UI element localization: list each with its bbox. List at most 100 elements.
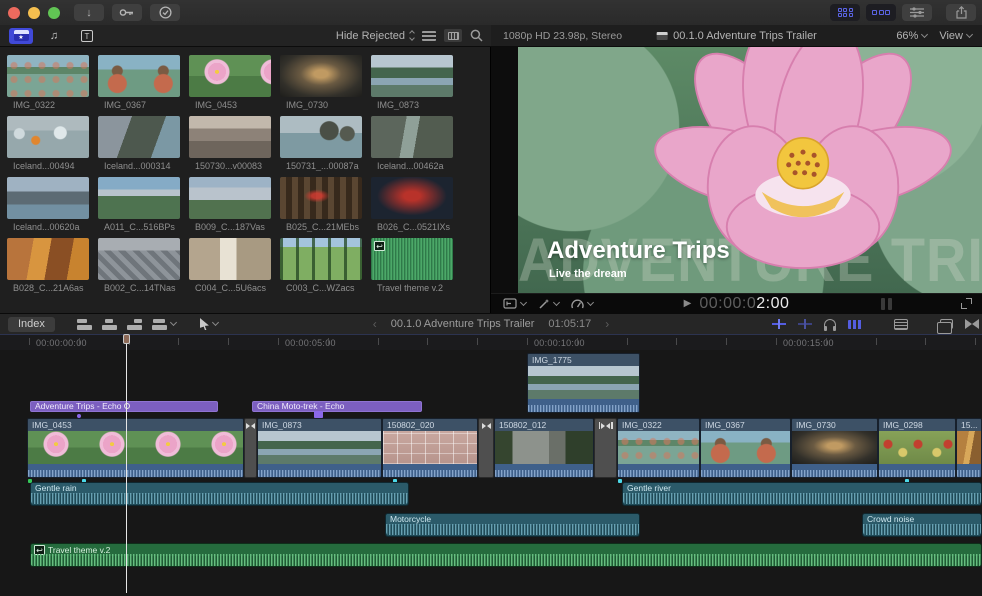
video-clip[interactable]: IMG_0322 <box>617 418 700 478</box>
video-clip[interactable]: IMG_0453 <box>27 418 244 478</box>
browser-clip[interactable]: B026_C...0521IXs <box>371 177 453 232</box>
video-clip[interactable]: IMG_1775 <box>527 353 640 413</box>
waveform-texture <box>386 524 639 535</box>
retime-popup[interactable] <box>571 298 593 309</box>
playhead[interactable] <box>126 334 127 593</box>
skimming-icon[interactable] <box>772 319 786 329</box>
browser-toggle-button[interactable] <box>830 4 860 21</box>
ruler-tick <box>477 338 478 345</box>
ruler-tick <box>826 338 827 345</box>
browser-clip[interactable]: Iceland...00494 <box>7 116 89 171</box>
insert-edit-icon[interactable] <box>102 319 117 330</box>
video-clip[interactable]: 15... <box>956 418 982 478</box>
video-clip[interactable]: IMG_0873 <box>257 418 382 478</box>
timecode-display: 00:00:02:00 <box>699 295 789 313</box>
previous-project-button[interactable]: ‹ <box>373 317 377 331</box>
viewer-title-overlay: Adventure Trips <box>547 237 730 265</box>
list-view-icon[interactable] <box>422 31 436 41</box>
titles-generators-button[interactable]: T <box>75 28 99 44</box>
overwrite-edit-popup[interactable] <box>152 319 176 330</box>
clip-appearance-icon <box>448 32 459 40</box>
browser-clip[interactable]: Iceland...00620a <box>7 177 89 232</box>
clip-name-label: IMG_0322 <box>13 100 89 110</box>
browser-clip[interactable]: IMG_0730 <box>280 55 362 110</box>
video-clip[interactable]: IMG_0730 <box>791 418 878 478</box>
effects-browser-icon[interactable] <box>940 319 953 329</box>
fullscreen-icon[interactable] <box>961 298 972 309</box>
clip-audio-waveform <box>258 464 381 478</box>
video-clip[interactable]: IMG_0367 <box>700 418 791 478</box>
next-project-button[interactable]: › <box>605 317 609 331</box>
search-icon[interactable] <box>470 29 483 42</box>
timeline-index-button[interactable]: Index <box>8 317 55 332</box>
photos-audio-browser-button[interactable]: ♫ <box>42 28 66 44</box>
audio-skimming-icon[interactable] <box>798 319 812 329</box>
browser-clip[interactable]: B025_C...21MEbs <box>280 177 362 232</box>
music-clip[interactable]: Travel theme v.2↩ <box>30 543 982 567</box>
connect-edit-icon[interactable] <box>77 319 92 330</box>
browser-clip[interactable]: A011_C...516BPs <box>98 177 180 232</box>
clip-appearance-icon[interactable] <box>894 319 908 330</box>
clip-audio-waveform <box>792 464 877 478</box>
minimize-window-button[interactable] <box>28 7 40 19</box>
clip-name-label: 150802_020 <box>383 419 477 431</box>
zoom-window-button[interactable] <box>48 7 60 19</box>
ruler-tick <box>676 338 677 345</box>
tool-popup[interactable] <box>200 318 218 330</box>
share-button[interactable] <box>946 4 976 21</box>
close-window-button[interactable] <box>8 7 20 19</box>
snapping-icon[interactable] <box>848 320 862 329</box>
keyword-editor-button[interactable] <box>112 4 142 21</box>
clip-appearance-button[interactable] <box>444 29 462 42</box>
final-cut-pro-window: ↓ ★ ♫ T Hide Rejected <box>0 0 982 596</box>
browser-clip[interactable]: 150730...v00083 <box>189 116 271 171</box>
browser-clip[interactable]: B002_C...14TNas <box>98 238 180 293</box>
append-edit-icon[interactable] <box>127 319 142 330</box>
effects-popup[interactable] <box>538 298 559 310</box>
video-clip[interactable]: 150802_012 <box>494 418 594 478</box>
media-browser-button[interactable]: ★ <box>9 28 33 44</box>
audio-clip[interactable]: Gentle rain <box>30 482 409 506</box>
browser-clip[interactable]: IMG_0453 <box>189 55 271 110</box>
t-plaza-thumbnail <box>98 238 180 280</box>
audio-clip[interactable]: Motorcycle <box>385 513 640 537</box>
import-media-button[interactable]: ↓ <box>74 4 104 21</box>
play-button[interactable]: ▶ <box>684 298 692 309</box>
timeline-toggle-button[interactable] <box>866 4 896 21</box>
browser-clip[interactable]: Iceland...00462a <box>371 116 453 171</box>
browser-clip[interactable]: C003_C...WZacs <box>280 238 362 293</box>
view-popup[interactable]: View <box>939 30 972 42</box>
audio-clip[interactable]: Gentle river <box>622 482 982 506</box>
audio-clip[interactable]: Crowd noise <box>862 513 982 537</box>
filter-popup[interactable]: Hide Rejected <box>336 30 414 42</box>
t-alpine-thumbnail <box>98 177 180 219</box>
zoom-level-popup[interactable]: 66% <box>896 30 927 42</box>
audio-meters-icon[interactable] <box>881 298 892 310</box>
browser-clip[interactable]: Iceland...000314 <box>98 116 180 171</box>
browser-clip[interactable]: IMG_0873 <box>371 55 453 110</box>
range-selection-popup[interactable] <box>503 298 526 309</box>
transition-clip[interactable] <box>244 418 257 478</box>
video-clip[interactable]: IMG_0298 <box>878 418 956 478</box>
title-clip[interactable]: China Moto-trek - Echo <box>252 401 422 412</box>
viewer-image: ADVENTURE TRIPS <box>518 47 982 293</box>
transitions-browser-icon[interactable] <box>965 319 972 329</box>
transition-clip[interactable] <box>594 418 617 478</box>
waveform-texture <box>258 470 381 478</box>
solo-headphones-icon[interactable] <box>824 319 836 329</box>
browser-clip[interactable]: 150731_...00087a <box>280 116 362 171</box>
browser-clip[interactable]: ↩Travel theme v.2 <box>371 238 453 293</box>
clapperboard-icon: ★ <box>14 30 29 41</box>
browser-clip[interactable]: C004_C...5U6acs <box>189 238 271 293</box>
waveform-texture <box>957 470 981 478</box>
inspector-toggle-button[interactable] <box>902 4 932 21</box>
browser-clip[interactable]: IMG_0322 <box>7 55 89 110</box>
browser-clip[interactable]: B028_C...21A6as <box>7 238 89 293</box>
background-tasks-button[interactable] <box>150 4 180 21</box>
transition-clip[interactable] <box>478 418 494 478</box>
browser-clip[interactable]: IMG_0367 <box>98 55 180 110</box>
browser-clip[interactable]: B009_C...187Vas <box>189 177 271 232</box>
video-clip[interactable]: 150802_020 <box>382 418 478 478</box>
timeline-ruler[interactable]: 00:00:00:0000:00:05:0000:00:10:0000:00:1… <box>0 334 982 350</box>
waveform-texture <box>383 470 477 478</box>
